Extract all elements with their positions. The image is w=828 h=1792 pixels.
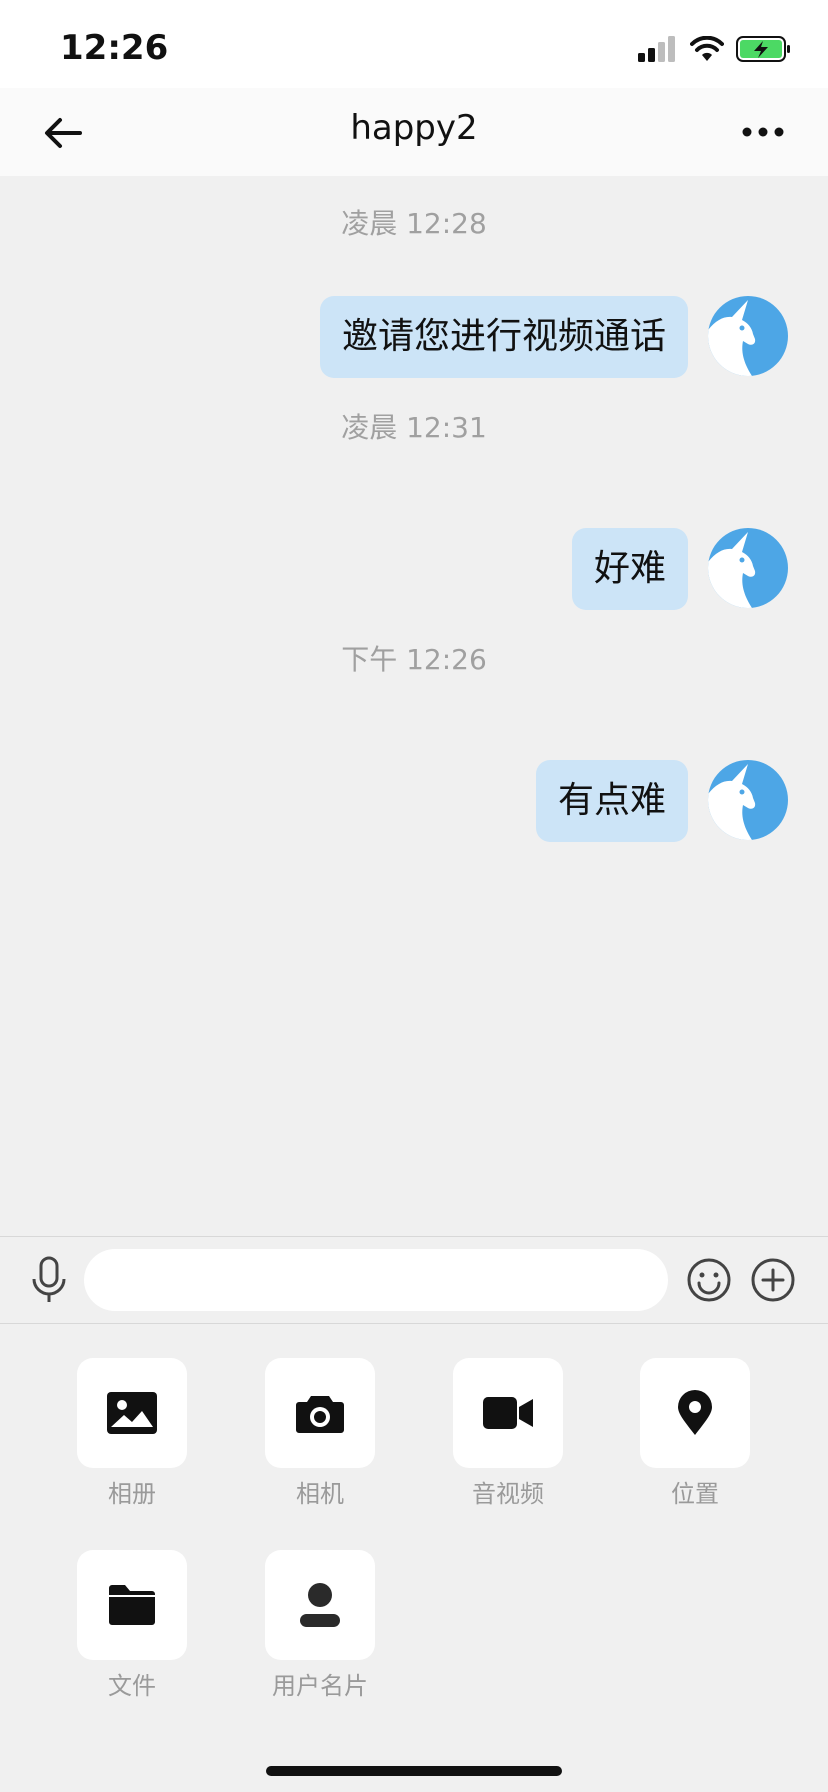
- folder-icon: [109, 1585, 155, 1625]
- user-avatar[interactable]: [708, 528, 788, 608]
- user-avatar[interactable]: [708, 760, 788, 840]
- status-time: 12:26: [60, 28, 169, 68]
- tool-album[interactable]: 相册: [77, 1358, 187, 1509]
- tool-video-box[interactable]: [453, 1358, 563, 1468]
- tool-label: 文件: [108, 1672, 156, 1700]
- input-bar: [0, 1236, 828, 1324]
- camera-icon: [296, 1396, 344, 1433]
- tool-label: 相册: [108, 1480, 156, 1508]
- tool-camera-box[interactable]: [265, 1358, 375, 1468]
- tool-video[interactable]: 音视频: [453, 1358, 563, 1509]
- tool-user-card[interactable]: 用户名片: [265, 1550, 375, 1701]
- message-input[interactable]: [84, 1249, 668, 1311]
- plus-icon[interactable]: [750, 1257, 796, 1303]
- timestamp: 凌晨 12:28: [341, 207, 487, 240]
- tool-user-card-box[interactable]: [265, 1550, 375, 1660]
- tool-label: 用户名片: [272, 1672, 368, 1700]
- message-list[interactable]: 凌晨 12:28 邀请您进行视频通话 凌晨 12:31 好难 下午 12:26 …: [0, 176, 828, 1236]
- status-icons: [638, 34, 792, 64]
- timestamp: 下午 12:26: [341, 643, 487, 676]
- unicorn-icon: [708, 760, 788, 840]
- emoji-icon[interactable]: [686, 1257, 732, 1303]
- image-icon: [107, 1392, 157, 1434]
- user-card-icon: [300, 1583, 340, 1627]
- video-icon: [483, 1397, 533, 1429]
- timestamp: 凌晨 12:31: [341, 411, 487, 444]
- message-bubble[interactable]: 好难: [571, 528, 688, 610]
- tool-label: 相机: [296, 1480, 344, 1508]
- tool-file[interactable]: 文件: [77, 1550, 187, 1701]
- microphone-icon[interactable]: [26, 1255, 72, 1305]
- location-pin-icon: [678, 1390, 712, 1435]
- tool-label: 音视频: [472, 1480, 544, 1508]
- tool-album-box[interactable]: [77, 1358, 187, 1468]
- chat-title: happy2: [350, 108, 478, 148]
- wifi-icon: [690, 36, 724, 61]
- home-indicator: [266, 1766, 562, 1776]
- tool-location[interactable]: 位置: [640, 1358, 750, 1509]
- tool-label: 位置: [671, 1480, 719, 1508]
- battery-charging-icon: [736, 36, 790, 62]
- user-avatar[interactable]: [708, 296, 788, 376]
- unicorn-icon: [708, 528, 788, 608]
- tool-camera[interactable]: 相机: [265, 1358, 375, 1509]
- nav-bar: happy2: [0, 88, 828, 176]
- tool-file-box[interactable]: [77, 1550, 187, 1660]
- status-bar: 12:26: [0, 0, 828, 88]
- unicorn-icon: [708, 296, 788, 376]
- signal-icon: [638, 36, 675, 62]
- message-bubble[interactable]: 邀请您进行视频通话: [319, 296, 688, 378]
- tool-location-box[interactable]: [640, 1358, 750, 1468]
- more-options-icon[interactable]: [728, 108, 798, 158]
- message-bubble[interactable]: 有点难: [535, 760, 688, 842]
- attachment-panel: 相册 相机 音视频 位置 文件 用户名片: [0, 1324, 828, 1792]
